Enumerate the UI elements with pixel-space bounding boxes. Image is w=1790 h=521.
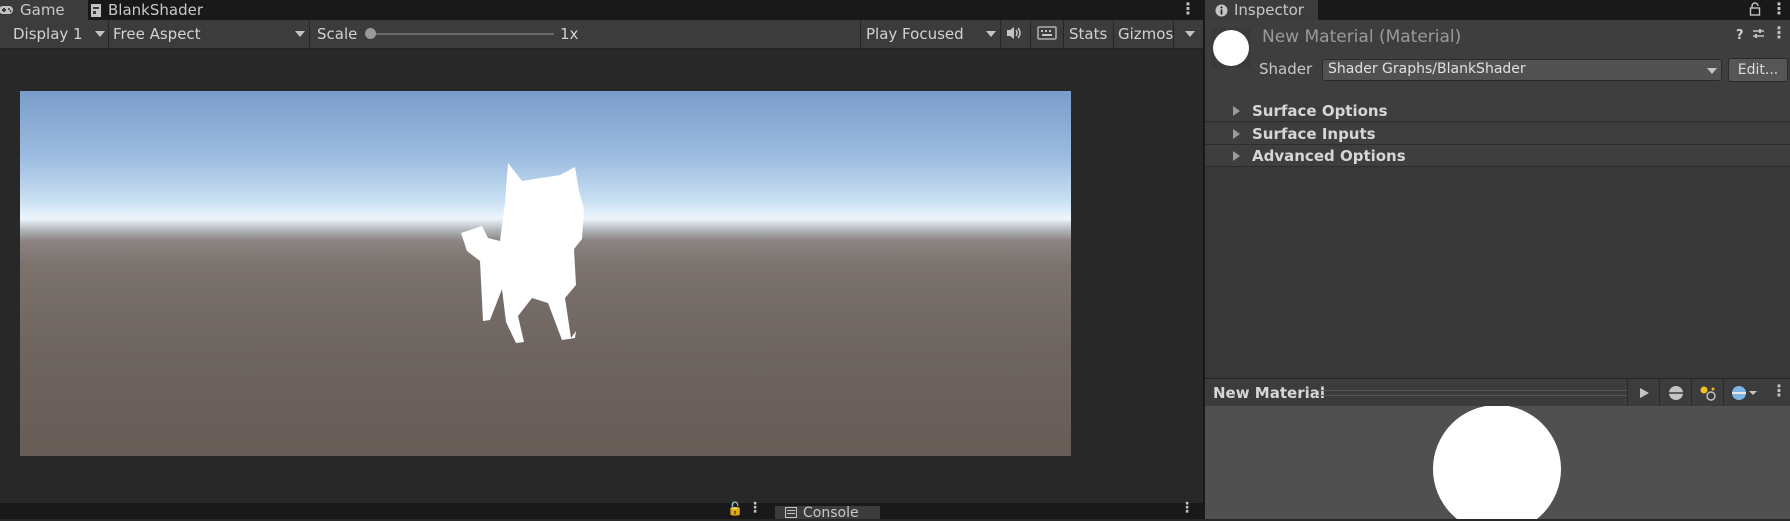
toolbar-divider xyxy=(1113,20,1114,48)
skybox-sphere-icon xyxy=(1732,385,1757,400)
panel-menu-icon[interactable]: ⋮ xyxy=(748,500,762,516)
foldout-surface-inputs[interactable]: Surface Inputs xyxy=(1205,123,1790,145)
material-thumbnail xyxy=(1211,28,1251,68)
toolbar-divider xyxy=(108,20,109,48)
stats-button[interactable]: Stats xyxy=(1069,23,1107,45)
scale-label: Scale xyxy=(317,25,358,43)
preview-title: New Material xyxy=(1213,384,1326,402)
help-icon[interactable]: ? xyxy=(1736,28,1744,43)
bottom-tab-bar: 🔓 ⋮ ⋮ xyxy=(0,500,1203,519)
tab-inspector[interactable]: Inspector xyxy=(1205,0,1318,20)
preview-drag-handle[interactable] xyxy=(1317,390,1627,396)
chevron-down-icon xyxy=(986,31,996,37)
play-icon xyxy=(1640,387,1649,398)
scale-slider-track[interactable] xyxy=(368,33,554,35)
toolbar-divider xyxy=(309,20,310,48)
inspector-menu-icon[interactable]: ⋮ xyxy=(1771,0,1787,18)
audio-mute-icon[interactable] xyxy=(1005,25,1023,41)
keyboard-icon[interactable] xyxy=(1037,26,1057,40)
panel-menu-icon[interactable]: ⋮ xyxy=(1180,500,1194,516)
gamepad-icon xyxy=(0,4,14,16)
play-mode-label: Play Focused xyxy=(866,25,964,43)
aspect-dropdown-label: Free Aspect xyxy=(113,25,201,43)
sphere-mesh-button[interactable] xyxy=(1659,379,1692,406)
preview-menu-icon[interactable]: ⋮ xyxy=(1771,381,1787,400)
shader-file-icon xyxy=(90,3,102,18)
toolbar-divider xyxy=(1173,20,1174,48)
tab-console[interactable]: Console xyxy=(775,504,880,521)
play-mode-dropdown[interactable]: Play Focused xyxy=(866,23,996,45)
shader-dropdown[interactable]: Shader Graphs/BlankShader xyxy=(1322,59,1722,81)
light-icon xyxy=(1700,386,1716,401)
display-dropdown[interactable]: Display 1 xyxy=(13,23,105,45)
info-icon xyxy=(1215,4,1228,17)
foldout-label: Surface Options xyxy=(1252,101,1388,120)
sphere-icon xyxy=(1669,385,1683,400)
display-dropdown-label: Display 1 xyxy=(13,25,83,43)
game-viewport[interactable] xyxy=(20,91,1071,456)
scale-value: 1x xyxy=(560,25,579,43)
lock-icon[interactable]: 🔓 xyxy=(727,502,743,517)
toolbar-divider xyxy=(860,20,861,48)
tab-blankshader-label: BlankShader xyxy=(108,1,203,19)
edit-shader-button[interactable]: Edit... xyxy=(1728,58,1788,82)
foldout-label: Advanced Options xyxy=(1252,146,1406,165)
inspector-panel: Inspector ⋮ New Material (Material) ? ⋮ … xyxy=(1205,0,1790,519)
shader-dropdown-value: Shader Graphs/BlankShader xyxy=(1328,61,1526,77)
cat-silhouette xyxy=(461,163,584,343)
gizmos-dropdown[interactable] xyxy=(1185,31,1195,37)
preview-toolbar: New Material ⋮ xyxy=(1205,378,1790,407)
play-preview-button[interactable] xyxy=(1627,379,1660,406)
gizmos-button[interactable]: Gizmos xyxy=(1118,23,1173,45)
material-title: New Material (Material) xyxy=(1262,27,1462,47)
inspector-tab-bar: Inspector ⋮ xyxy=(1205,0,1790,20)
chevron-down-icon xyxy=(1185,31,1195,37)
game-tab-bar: Game BlankShader ⋮ xyxy=(0,0,1203,20)
preset-icon[interactable] xyxy=(1752,27,1765,40)
tab-blankshader[interactable]: BlankShader xyxy=(90,0,220,20)
chevron-down-icon xyxy=(1707,68,1717,74)
foldout-advanced-options[interactable]: Advanced Options xyxy=(1205,145,1790,167)
foldout-label: Surface Inputs xyxy=(1252,124,1376,143)
foldout-surface-options[interactable]: Surface Options xyxy=(1205,100,1790,122)
tab-console-label: Console xyxy=(803,504,859,521)
light-toggle-button[interactable] xyxy=(1691,379,1724,406)
scale-slider-handle[interactable] xyxy=(365,28,376,39)
toolbar-divider xyxy=(1000,20,1001,48)
expand-arrow-icon xyxy=(1233,128,1240,139)
chevron-down-icon xyxy=(295,31,305,37)
game-view-panel: Game BlankShader ⋮ Display 1 Free Aspect… xyxy=(0,0,1203,521)
tab-game[interactable]: Game xyxy=(0,0,88,20)
shader-label: Shader xyxy=(1259,60,1313,78)
aspect-dropdown[interactable]: Free Aspect xyxy=(113,23,305,45)
toolbar-divider xyxy=(1063,20,1064,48)
game-toolbar: Display 1 Free Aspect Scale 1x Play Focu… xyxy=(0,20,1203,49)
toolbar-divider xyxy=(1030,20,1031,48)
material-preview[interactable] xyxy=(1205,406,1790,519)
material-menu-icon[interactable]: ⋮ xyxy=(1771,23,1787,42)
chevron-down-icon xyxy=(95,31,105,37)
tab-inspector-label: Inspector xyxy=(1234,1,1304,19)
expand-arrow-icon xyxy=(1233,105,1240,116)
tab-game-label: Game xyxy=(20,1,65,19)
lock-icon[interactable] xyxy=(1749,2,1761,16)
expand-arrow-icon xyxy=(1233,150,1240,161)
game-panel-menu-icon[interactable]: ⋮ xyxy=(1180,0,1196,18)
console-icon xyxy=(785,507,797,518)
preview-sphere xyxy=(1433,406,1561,519)
skybox-dropdown[interactable] xyxy=(1723,379,1764,406)
